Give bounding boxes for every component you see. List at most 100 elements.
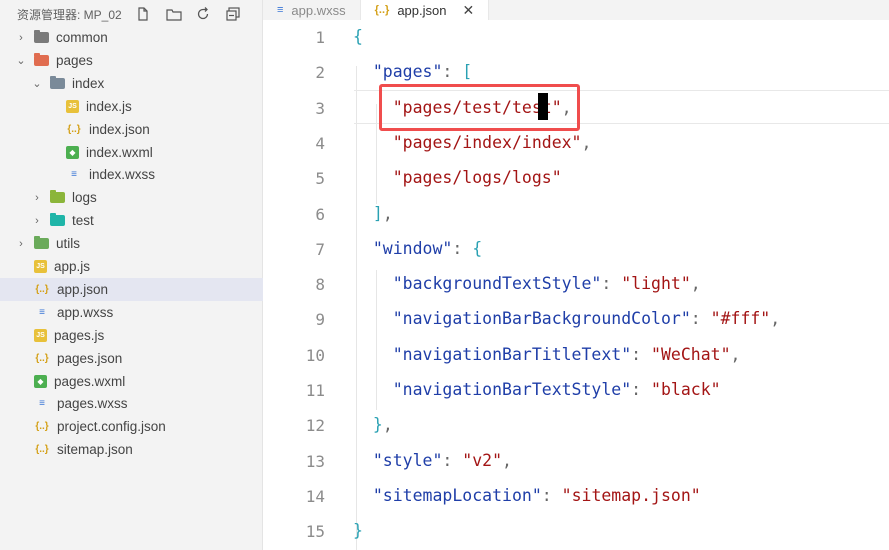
code-line[interactable]: ],: [353, 204, 393, 223]
folder-icon: [50, 190, 65, 204]
line-number: 4: [315, 133, 325, 153]
tree-item-label: pages: [56, 52, 93, 68]
chevron-right-icon[interactable]: ›: [14, 31, 28, 45]
tree-item-index-wxss[interactable]: ≡ index.wxss: [0, 163, 263, 186]
tree-item-label: app.wxss: [57, 304, 114, 320]
code-line[interactable]: "sitemapLocation": "sitemap.json": [353, 486, 701, 505]
chevron-right-icon[interactable]: ›: [30, 191, 44, 205]
chevron-right-icon[interactable]: ›: [30, 214, 44, 228]
chevron-right-icon[interactable]: ›: [14, 237, 28, 251]
code-line[interactable]: "navigationBarBackgroundColor": "#fff",: [353, 309, 780, 328]
tree-item-label: test: [72, 213, 94, 229]
js-file-icon: JS: [66, 99, 79, 113]
tree-item-label: project.config.json: [57, 419, 166, 435]
code-line[interactable]: {: [353, 27, 363, 46]
tree-item-pages-wxml[interactable]: ◆ pages.wxml: [0, 370, 263, 393]
tree-item-label: pages.json: [57, 350, 123, 366]
wxml-file-icon: ◆: [34, 374, 47, 388]
tree-item-label: index.wxml: [86, 144, 153, 160]
highlight-annotation-box: [379, 84, 580, 131]
tree-item-logs[interactable]: › logs: [0, 186, 263, 209]
new-file-icon[interactable]: [136, 7, 150, 21]
tree-item-label: index.js: [86, 98, 132, 114]
code-line[interactable]: "pages/logs/logs": [353, 168, 562, 187]
tree-item-label: index.wxss: [89, 167, 156, 183]
code-line[interactable]: "pages/index/index",: [353, 133, 592, 152]
tree-item-label: common: [56, 30, 108, 45]
code-line[interactable]: },: [353, 415, 393, 434]
json-file-icon: {..}: [35, 421, 49, 433]
line-number: 5: [315, 169, 325, 189]
tree-item-app-json[interactable]: {..} app.json: [0, 277, 263, 301]
folder-icon: [34, 52, 49, 66]
wxml-file-icon: ◆: [66, 145, 79, 159]
tree-item-sitemap-json[interactable]: {..} sitemap.json: [0, 438, 263, 461]
json-file-icon: {..}: [67, 123, 81, 135]
tree-item-pages-wxss[interactable]: ≡ pages.wxss: [0, 392, 263, 415]
tab-label: app.json: [397, 2, 447, 18]
tree-item-index-wxml[interactable]: ◆ index.wxml: [0, 141, 263, 164]
line-number: 13: [305, 451, 325, 471]
tree-item-utils[interactable]: › utils: [0, 232, 263, 255]
chevron-down-icon[interactable]: ⌄: [30, 76, 44, 90]
json-file-icon: {..}: [35, 444, 49, 456]
tree-item-label: index: [72, 75, 105, 91]
tree-item-index-js[interactable]: JS index.js: [0, 95, 263, 118]
text-cursor: [538, 93, 548, 120]
code-line[interactable]: "navigationBarTextStyle": "black": [353, 380, 721, 399]
tree-item-label: utils: [56, 236, 81, 252]
tree-item-common[interactable]: › common: [0, 26, 263, 49]
js-file-icon: JS: [34, 328, 47, 342]
wxss-file-icon: ≡: [39, 398, 45, 410]
explorer-header: 资源管理器: MP_02: [0, 0, 262, 28]
code-line[interactable]: "navigationBarTitleText": "WeChat",: [353, 345, 741, 364]
json-file-icon: {..}: [374, 4, 390, 16]
code-line[interactable]: "backgroundTextStyle": "light",: [353, 274, 701, 293]
code-line[interactable]: "style": "v2",: [353, 451, 512, 470]
code-line[interactable]: }: [353, 521, 363, 540]
tab-app-json[interactable]: {..} app.json ✕: [360, 0, 490, 20]
folder-icon: [50, 213, 65, 227]
tree-item-index-json[interactable]: {..} index.json: [0, 118, 263, 141]
refresh-icon[interactable]: [196, 7, 210, 21]
tree-item-pages-json[interactable]: {..} pages.json: [0, 347, 263, 370]
tree-item-app-wxss[interactable]: ≡ app.wxss: [0, 301, 263, 324]
json-file-icon: {..}: [35, 283, 49, 295]
tree-item-label: logs: [72, 190, 97, 206]
folder-icon: [50, 75, 65, 89]
tree-item-label: pages.wxml: [54, 373, 126, 389]
tab-app-wxss[interactable]: ≡ app.wxss: [263, 0, 361, 20]
tree-item-label: pages.wxss: [57, 396, 128, 412]
new-folder-icon[interactable]: [166, 7, 182, 21]
code-line[interactable]: "pages": [: [353, 62, 472, 81]
folder-icon: [34, 236, 49, 250]
tree-item-project-config-json[interactable]: {..} project.config.json: [0, 415, 263, 438]
tree-item-test[interactable]: › test: [0, 209, 263, 232]
line-number: 10: [305, 345, 325, 365]
tree-item-app-js[interactable]: JS app.js: [0, 255, 263, 278]
line-number: 14: [305, 486, 325, 506]
js-file-icon: JS: [34, 260, 47, 273]
line-number: 1: [315, 28, 325, 47]
chevron-down-icon[interactable]: ⌄: [14, 53, 28, 67]
collapse-all-icon[interactable]: [226, 7, 240, 21]
close-icon[interactable]: ✕: [462, 2, 474, 19]
code-line[interactable]: "window": {: [353, 239, 482, 258]
explorer-toolbar: [136, 7, 240, 21]
tree-item-index[interactable]: ⌄ index: [0, 72, 263, 95]
tree-item-label: index.json: [89, 121, 150, 137]
tree-item-pages[interactable]: ⌄ pages: [0, 49, 263, 72]
line-number: 15: [305, 522, 325, 542]
line-number: 12: [305, 416, 325, 436]
tree-item-pages-js[interactable]: JS pages.js: [0, 324, 263, 347]
